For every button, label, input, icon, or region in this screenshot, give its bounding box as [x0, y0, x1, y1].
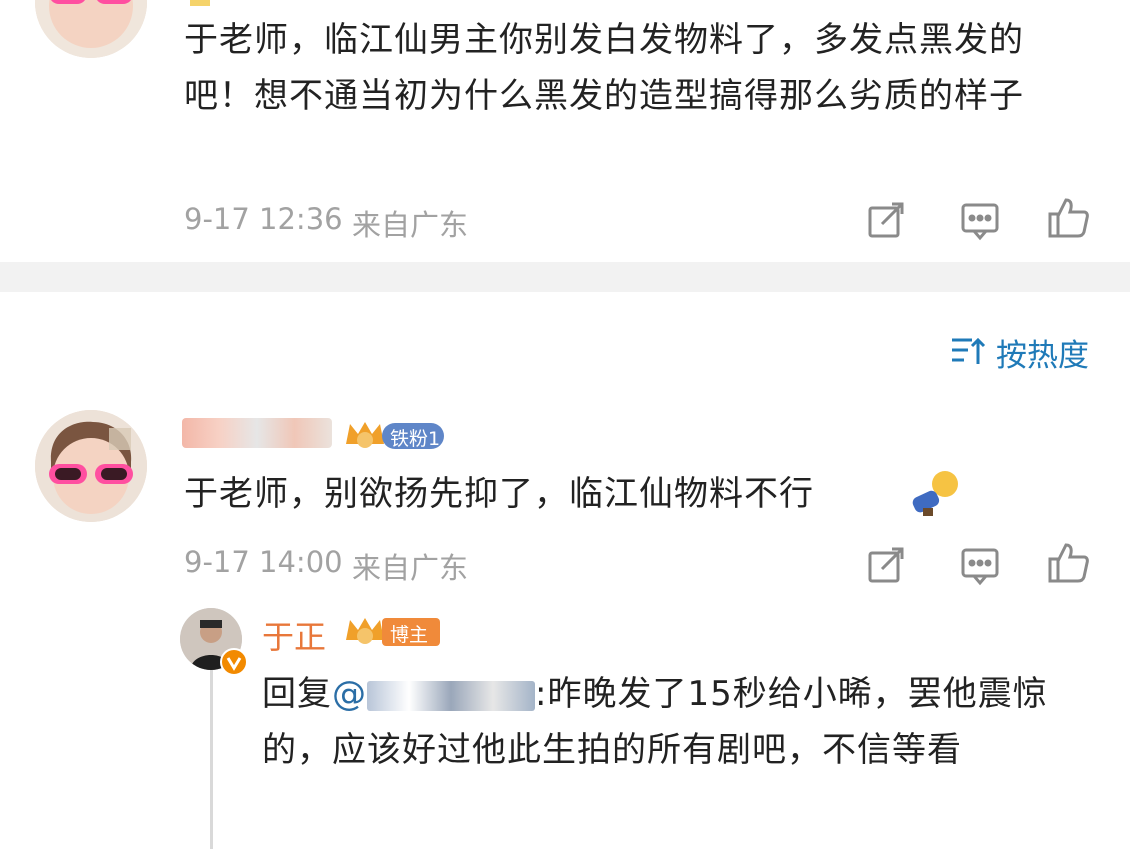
- author-badge: 博主: [342, 614, 442, 648]
- emoji-icon: [905, 468, 963, 522]
- username-icon-yellow: [190, 0, 210, 6]
- fan-badge: 铁粉1: [342, 418, 446, 452]
- like-icon[interactable]: [1046, 541, 1090, 585]
- reply-thread-line: [210, 670, 213, 849]
- comment-text: 于老师，别欲扬先抑了，临江仙物料不行: [184, 474, 814, 514]
- share-icon[interactable]: [864, 198, 908, 242]
- comment-location: 来自广东: [352, 208, 469, 242]
- mention-blurred[interactable]: [367, 680, 535, 711]
- section-divider: [0, 262, 1130, 292]
- mention-at[interactable]: @: [332, 674, 367, 714]
- sort-button[interactable]: 按热度: [950, 330, 1095, 374]
- reply-prefix: 回复: [262, 674, 332, 714]
- comment-text: 于老师，临江仙男主你别发白发物料了，多发点黑发的吧！想不通当初为什么黑发的造型搞…: [184, 20, 1024, 116]
- reply-text: 回复@:昨晚发了15秒给小晞，罢他震惊的，应该好过他此生拍的所有剧吧，不信等看: [262, 666, 1102, 778]
- verified-icon: [220, 648, 248, 676]
- username-blurred[interactable]: [182, 418, 332, 448]
- comment-icon[interactable]: [958, 543, 1002, 587]
- reply-username[interactable]: 于正: [262, 612, 326, 658]
- avatar[interactable]: [35, 0, 147, 58]
- comment-icon[interactable]: [958, 198, 1002, 242]
- comment-location: 来自广东: [352, 551, 469, 585]
- comment-time: 9-17 12:36: [184, 202, 343, 236]
- fan-badge-label: 铁粉1: [390, 428, 441, 450]
- like-icon[interactable]: [1046, 196, 1090, 240]
- author-badge-label: 博主: [390, 624, 429, 646]
- share-icon[interactable]: [864, 543, 908, 587]
- sort-label: 按热度: [996, 338, 1089, 374]
- comment-time: 9-17 14:00: [184, 545, 343, 579]
- sort-icon: [950, 336, 986, 370]
- avatar[interactable]: [35, 410, 147, 522]
